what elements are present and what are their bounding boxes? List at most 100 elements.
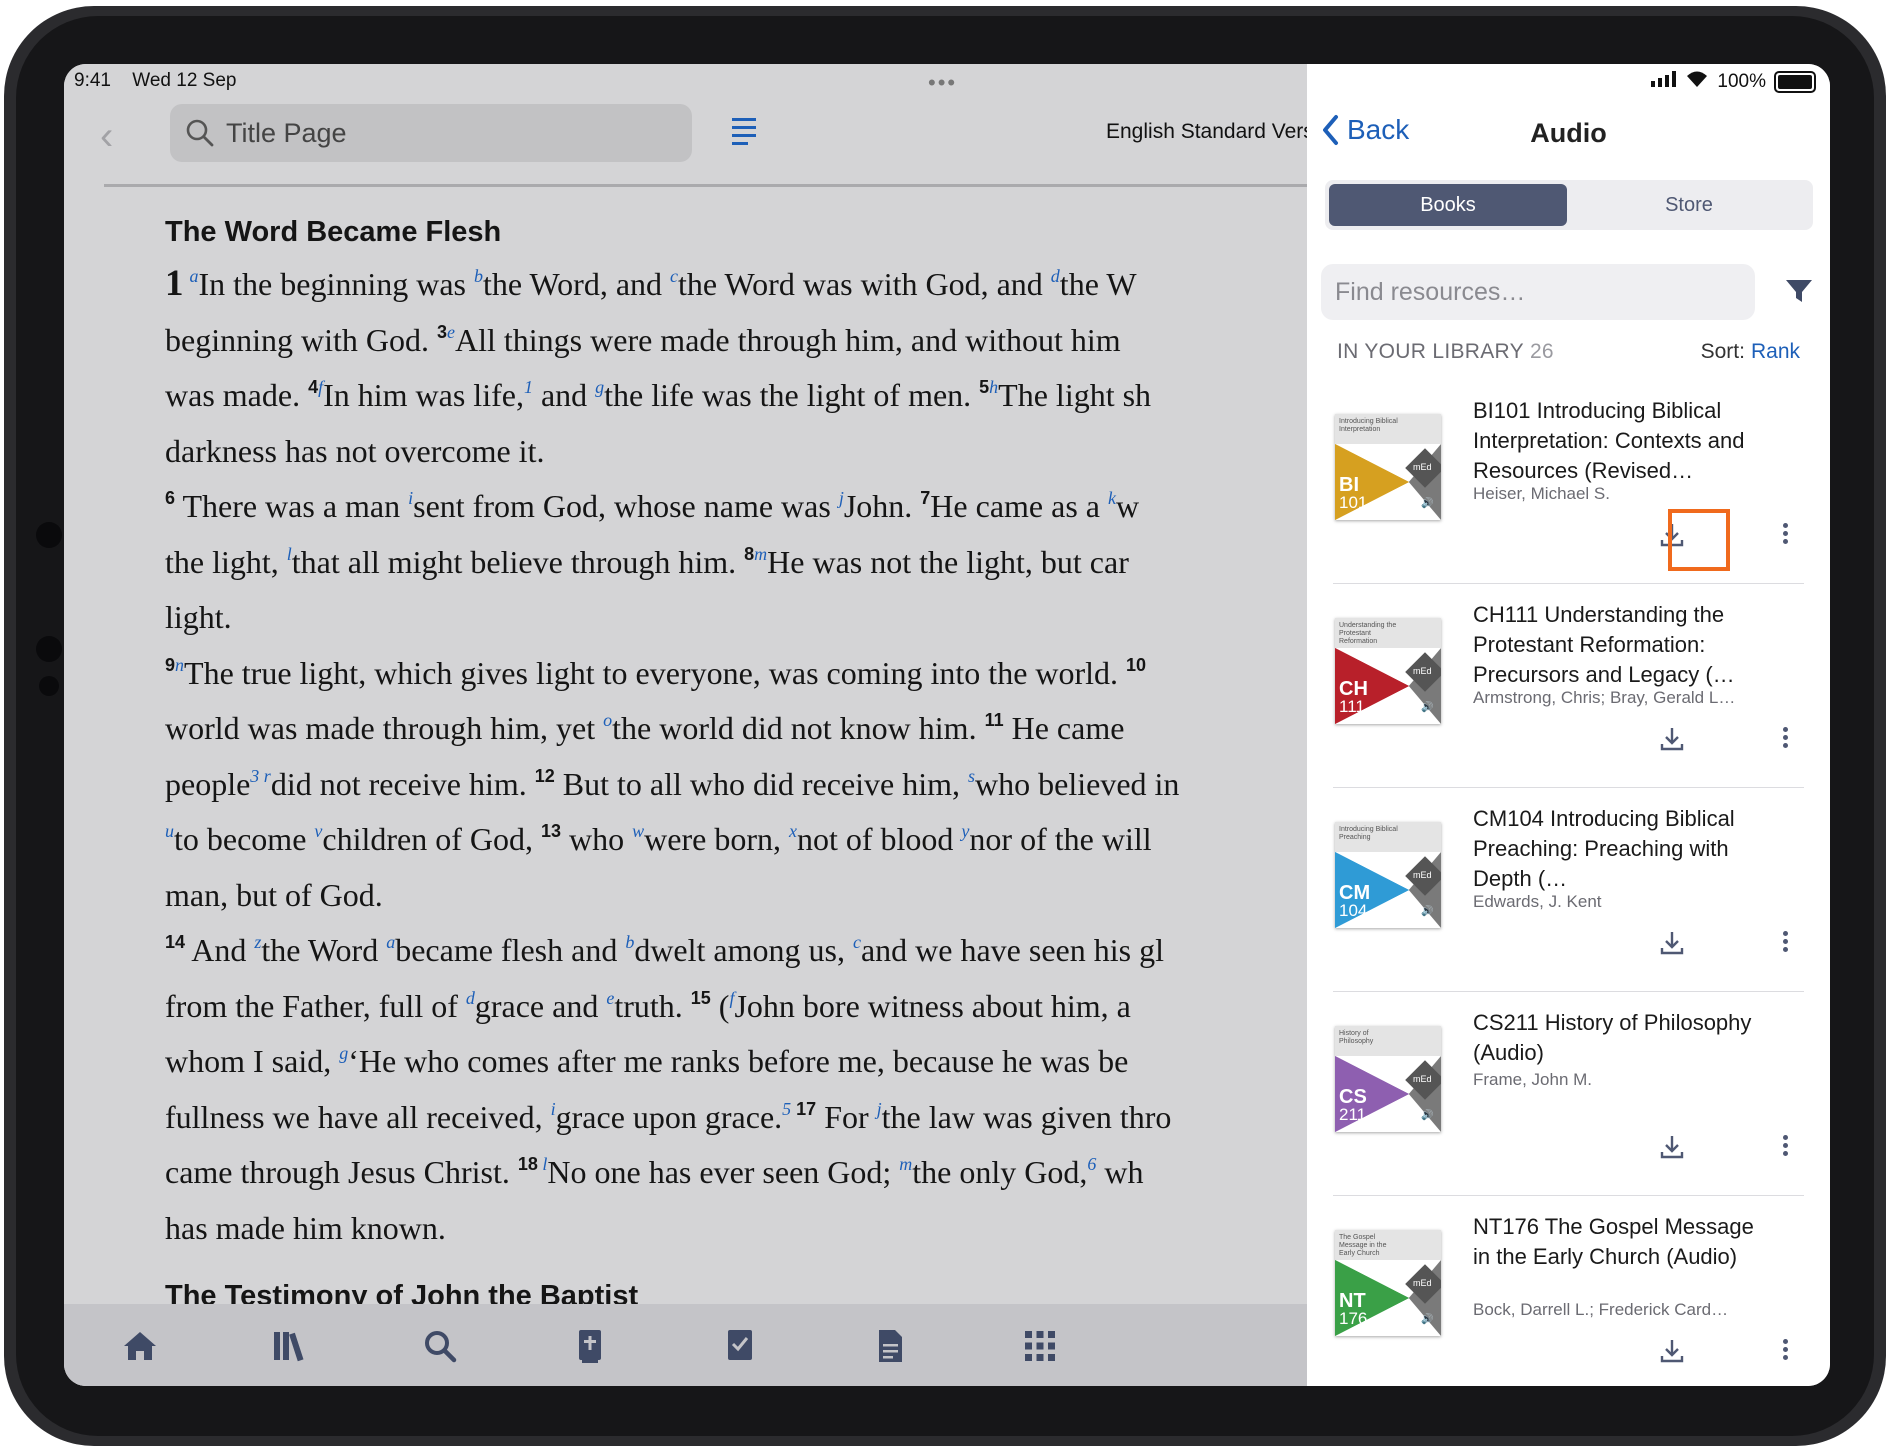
wifi-icon (1685, 70, 1709, 94)
segmented-control: Books Store (1325, 180, 1813, 230)
verse-line: from the Father, full of dgrace and etru… (165, 987, 1131, 1024)
bible-version-label[interactable]: English Standard Vers (1106, 120, 1307, 144)
library-icon[interactable] (270, 1326, 310, 1366)
side-sensor (36, 522, 62, 548)
verse-line: 9nThe true light, which gives light to e… (165, 654, 1147, 691)
download-icon[interactable] (1657, 1336, 1687, 1366)
resource-author: Edwards, J. Kent (1473, 892, 1602, 911)
notes-icon[interactable] (870, 1326, 910, 1366)
verse-line: fullness we have all received, igrace up… (165, 1098, 1172, 1135)
resource-item[interactable]: The Gospel Message in the Early Church m… (1307, 1196, 1830, 1386)
resource-author: Bock, Darrell L.; Frederick Card… (1473, 1300, 1729, 1319)
back-chevron-icon[interactable]: ‹ (100, 116, 113, 156)
screen: 9:41 Wed 12 Sep ••• ‹ Title Page English… (64, 64, 1830, 1386)
cover-band-text: Understanding the Protestant Reformation (1339, 622, 1397, 645)
download-highlight (1668, 509, 1730, 571)
resource-title[interactable]: CM104 Introducing Biblical Preaching: Pr… (1473, 804, 1757, 894)
segment-store[interactable]: Store (1569, 184, 1809, 226)
download-icon[interactable] (1657, 724, 1687, 754)
more-options-icon[interactable] (1775, 1132, 1795, 1162)
speaker-icon: 🔊 (1421, 498, 1434, 509)
search-icon (184, 117, 216, 149)
status-bar-right: 100% (1651, 70, 1816, 94)
verse-line: man, but of God. (165, 876, 383, 913)
battery-icon (1774, 71, 1816, 93)
resource-cover: History of Philosophy mEd 🔊 CS 211 (1335, 1026, 1441, 1132)
download-icon[interactable] (1657, 1132, 1687, 1162)
status-time: 9:41 (74, 70, 111, 91)
verse-line: the light, lthat all might believe throu… (165, 543, 1129, 580)
verse-line: darkness has not overcome it. (165, 432, 545, 469)
sort-control[interactable]: Sort: Rank (1701, 340, 1800, 364)
side-sensor (39, 676, 59, 696)
speaker-icon: 🔊 (1421, 702, 1434, 713)
filter-icon[interactable] (1785, 278, 1813, 309)
table-of-contents-icon[interactable] (732, 118, 756, 150)
cover-band-text: Introducing Biblical Preaching (1339, 826, 1398, 841)
more-options-icon[interactable] (1775, 1336, 1795, 1366)
resource-author: Heiser, Michael S. (1473, 484, 1610, 503)
resource-title[interactable]: CS211 History of Philosophy (Audio) (1473, 1008, 1757, 1068)
resource-cover: Introducing Biblical Interpretation mEd … (1335, 414, 1441, 520)
battery-percent: 100% (1717, 71, 1766, 92)
multitask-dots-icon[interactable]: ••• (928, 70, 957, 96)
cover-band-text: Introducing Biblical Interpretation (1339, 418, 1398, 433)
resource-item[interactable]: Introducing Biblical Interpretation mEd … (1307, 380, 1830, 584)
resource-author: Armstrong, Chris; Bray, Gerald L… (1473, 688, 1736, 707)
mobile-ed-logo: mEd (1413, 1074, 1432, 1084)
audio-panel: 100% Back Audio Books Store IN YOUR LIBR… (1307, 64, 1830, 1386)
apps-grid-icon[interactable] (1020, 1326, 1060, 1366)
bible-reader: 9:41 Wed 12 Sep ••• ‹ Title Page English… (64, 64, 1307, 1386)
search-icon[interactable] (420, 1326, 460, 1366)
more-options-icon[interactable] (1775, 928, 1795, 958)
verse-line: 14 And zthe Word abecame flesh and bdwel… (165, 932, 1164, 968)
sort-value[interactable]: Rank (1751, 340, 1800, 363)
verse-line: beginning with God. 3eAll things were ma… (165, 321, 1121, 358)
library-header: IN YOUR LIBRARY 26 (1337, 340, 1554, 364)
reference-search-box[interactable]: Title Page (170, 104, 692, 162)
mobile-ed-logo: mEd (1413, 1278, 1432, 1288)
find-resources-input[interactable] (1321, 264, 1755, 320)
resource-cover: Introducing Biblical Preaching mEd 🔊 CM 1… (1335, 822, 1441, 928)
verse-line: light. (165, 599, 232, 635)
home-icon[interactable] (120, 1326, 160, 1366)
bottom-tab-bar (64, 1304, 1307, 1386)
bible-icon[interactable] (570, 1326, 610, 1366)
library-label: IN YOUR LIBRARY (1337, 340, 1524, 363)
resource-title[interactable]: NT176 The Gospel Message in the Early Ch… (1473, 1212, 1757, 1272)
verse-line: 1 aIn the beginning was bthe Word, and ct… (165, 263, 1137, 304)
verse-line: 6 There was a man isent from God, whose … (165, 488, 1140, 524)
resource-title[interactable]: CH111 Understanding the Protestant Refor… (1473, 600, 1757, 690)
speaker-icon: 🔊 (1421, 1110, 1434, 1121)
verse-line: people3 rdid not receive him. 12 But to … (165, 765, 1180, 802)
resource-cover: The Gospel Message in the Early Church m… (1335, 1230, 1441, 1336)
verse-line: uto become vchildren of God, 13 who wwer… (165, 821, 1152, 857)
resource-item[interactable]: History of Philosophy mEd 🔊 CS 211 CS211 … (1307, 992, 1830, 1196)
download-icon[interactable] (1657, 928, 1687, 958)
verse-line: has made him known. (165, 1209, 446, 1246)
section-heading: The Word Became Flesh (165, 216, 502, 248)
resource-cover: Understanding the Protestant Reformation… (1335, 618, 1441, 724)
resource-title[interactable]: BI101 Introducing Biblical Interpretatio… (1473, 396, 1757, 486)
segment-books[interactable]: Books (1329, 184, 1567, 226)
cover-band-text: History of Philosophy (1339, 1030, 1374, 1045)
status-bar-left: 9:41 Wed 12 Sep (74, 70, 253, 92)
mobile-ed-logo: mEd (1413, 870, 1432, 880)
reading-plan-icon[interactable] (720, 1326, 760, 1366)
verse-line: came through Jesus Christ. 18 lNo one ha… (165, 1154, 1144, 1190)
status-date: Wed 12 Sep (132, 70, 237, 91)
sort-label: Sort: (1700, 340, 1745, 363)
resource-item[interactable]: Introducing Biblical Preaching mEd 🔊 CM 1… (1307, 788, 1830, 992)
course-code: CH 111 (1339, 678, 1368, 716)
side-sensor (36, 636, 62, 662)
resource-item[interactable]: Understanding the Protestant Reformation… (1307, 584, 1830, 788)
mobile-ed-logo: mEd (1413, 462, 1432, 472)
panel-title: Audio (1530, 118, 1607, 148)
library-count: 26 (1529, 340, 1554, 363)
verse-line: world was made through him, yet othe wor… (165, 710, 1125, 746)
more-options-icon[interactable] (1775, 724, 1795, 754)
more-options-icon[interactable] (1775, 520, 1795, 550)
signal-icon (1651, 71, 1677, 93)
verse-line: was made. 4fIn him was life,1 and gthe l… (165, 377, 1152, 413)
resource-author: Frame, John M. (1473, 1070, 1593, 1089)
